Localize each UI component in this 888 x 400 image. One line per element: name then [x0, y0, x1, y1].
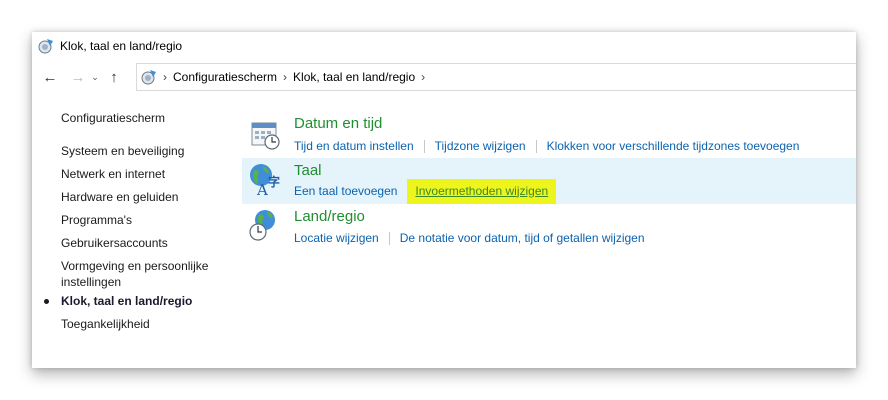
window-title: Klok, taal en land/regio — [60, 38, 183, 53]
sidebar-item-label: Vormgeving en persoonlijke — [61, 259, 209, 273]
link-change-time-zone[interactable]: Tijdzone wijzigen — [435, 139, 526, 153]
recent-locations-chevron-icon[interactable]: ⌄ — [89, 67, 101, 87]
breadcrumb-chevron-icon[interactable]: › — [421, 70, 425, 84]
link-add-clocks-time-zones[interactable]: Klokken voor verschillende tijdzones toe… — [547, 139, 800, 153]
globe-clock-icon[interactable] — [248, 208, 282, 242]
category-links-date-time: Tijd en datum instellen Tijdzone wijzige… — [294, 137, 799, 155]
sidebar-item-accessibility[interactable]: Toegankelijkheid — [61, 316, 150, 332]
category-links-region: Locatie wijzigen De notatie voor datum, … — [294, 229, 645, 247]
breadcrumb-chevron-icon[interactable]: › — [283, 70, 287, 84]
sidebar-item-programs[interactable]: Programma's — [61, 212, 132, 228]
navigation-bar: ← → ⌄ ↑ › Configuratiescherm › Klok, taa… — [32, 63, 856, 91]
breadcrumb-chevron-icon[interactable]: › — [163, 70, 167, 84]
breadcrumb-clock-language-region[interactable]: Klok, taal en land/regio — [293, 70, 415, 84]
link-divider — [535, 139, 537, 153]
category-title-region[interactable]: Land/regio — [294, 208, 365, 225]
link-divider — [388, 231, 390, 245]
sidebar-item-appearance[interactable]: Vormgeving en persoonlijke instellingen — [61, 258, 208, 290]
svg-text:字: 字 — [268, 174, 280, 189]
category-title-date-time[interactable]: Datum en tijd — [294, 115, 382, 132]
back-arrow-icon[interactable]: ← — [41, 67, 59, 87]
sidebar-item-label-line2: instellingen — [61, 275, 122, 289]
link-add-language[interactable]: Een taal toevoegen — [294, 184, 397, 198]
sidebar-item-network-internet[interactable]: Netwerk en internet — [61, 166, 165, 182]
highlight-box: Invoermethoden wijzigen — [407, 178, 557, 204]
category-date-time: Datum en tijd Tijd en datum instellen Ti… — [242, 110, 856, 156]
category-region: Land/regio Locatie wijzigen De notatie v… — [242, 204, 856, 250]
link-change-input-methods[interactable]: Invoermethoden wijzigen — [415, 184, 548, 198]
category-links-language: Een taal toevoegen Invoermethoden wijzig… — [294, 176, 557, 206]
sidebar-item-control-panel-home[interactable]: Configuratiescherm — [61, 110, 165, 126]
address-bar[interactable]: › Configuratiescherm › Klok, taal en lan… — [136, 63, 856, 91]
link-change-location[interactable]: Locatie wijzigen — [294, 231, 379, 245]
link-change-formats[interactable]: De notatie voor datum, tijd of getallen … — [400, 231, 645, 245]
active-item-bullet — [44, 299, 49, 304]
sidebar-item-user-accounts[interactable]: Gebruikersaccounts — [61, 235, 168, 251]
breadcrumb-control-panel[interactable]: Configuratiescherm — [173, 70, 277, 84]
calendar-clock-icon[interactable] — [248, 117, 282, 151]
link-set-time-date[interactable]: Tijd en datum instellen — [294, 139, 414, 153]
category-language: A 字 Taal Een taal toevoegen Invoermethod… — [242, 158, 856, 204]
up-arrow-icon[interactable]: ↑ — [105, 67, 123, 87]
sidebar-item-clock-language-region[interactable]: Klok, taal en land/regio — [61, 293, 192, 309]
link-divider — [423, 139, 425, 153]
title-bar: Klok, taal en land/regio — [32, 32, 856, 59]
control-panel-window: Klok, taal en land/regio ← → ⌄ ↑ › Confi… — [32, 32, 856, 368]
forward-arrow-icon[interactable]: → — [69, 67, 87, 87]
control-panel-location-icon — [141, 69, 157, 85]
language-icon[interactable]: A 字 — [248, 162, 282, 199]
sidebar-item-hardware-sound[interactable]: Hardware en geluiden — [61, 189, 178, 205]
control-panel-icon — [38, 38, 54, 54]
svg-text:A: A — [256, 181, 268, 196]
sidebar-item-system-security[interactable]: Systeem en beveiliging — [61, 143, 184, 159]
